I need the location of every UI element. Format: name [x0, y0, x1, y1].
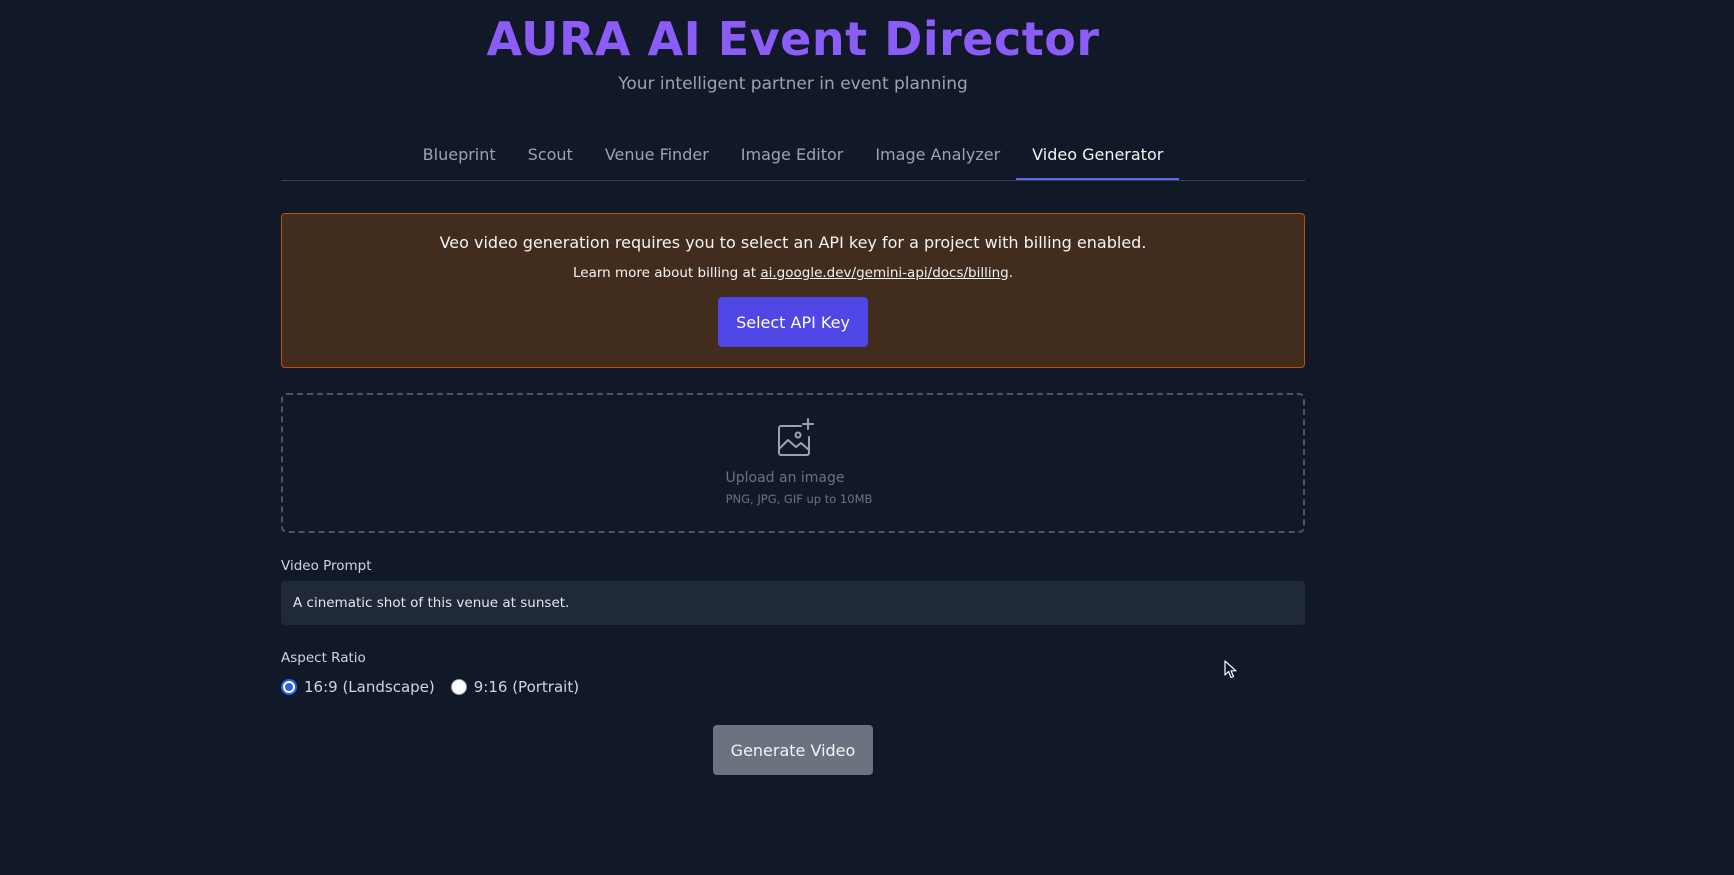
select-api-key-button[interactable]: Select API Key	[718, 297, 868, 347]
tab-bar: Blueprint Scout Venue Finder Image Edito…	[281, 132, 1305, 181]
video-prompt-label: Video Prompt	[281, 558, 372, 574]
image-plus-icon	[778, 418, 814, 456]
aspect-option-portrait[interactable]: 9:16 (Portrait)	[450, 678, 580, 696]
portrait-label: 9:16 (Portrait)	[473, 678, 580, 696]
tab-blueprint[interactable]: Blueprint	[407, 132, 512, 180]
generate-video-button[interactable]: Generate Video	[713, 725, 873, 775]
app-title: AURA AI Event Director	[486, 12, 1100, 66]
billing-notice: Veo video generation requires you to sel…	[281, 213, 1305, 368]
video-prompt-input[interactable]	[281, 581, 1305, 625]
tab-scout[interactable]: Scout	[512, 132, 589, 180]
billing-notice-info: Learn more about billing at ai.google.de…	[282, 264, 1304, 282]
landscape-label: 16:9 (Landscape)	[304, 678, 435, 696]
tab-video-generator[interactable]: Video Generator	[1016, 132, 1180, 180]
aspect-option-landscape[interactable]: 16:9 (Landscape)	[281, 678, 435, 696]
aspect-ratio-label: Aspect Ratio	[281, 650, 366, 666]
tab-image-editor[interactable]: Image Editor	[725, 132, 860, 180]
upload-hint: PNG, JPG, GIF up to 10MB	[725, 492, 873, 506]
app-subtitle: Your intelligent partner in event planni…	[618, 74, 968, 94]
mouse-pointer-icon	[1224, 660, 1237, 679]
portrait-radio[interactable]	[450, 679, 467, 695]
image-upload-dropzone[interactable]: Upload an image PNG, JPG, GIF up to 10MB	[281, 393, 1305, 533]
billing-docs-link[interactable]: ai.google.dev/gemini-api/docs/billing	[760, 265, 1008, 281]
billing-notice-message: Veo video generation requires you to sel…	[439, 233, 1147, 252]
upload-label: Upload an image	[725, 470, 845, 486]
billing-prefix-text: Learn more about billing at	[572, 265, 761, 281]
landscape-radio[interactable]	[281, 679, 297, 695]
billing-suffix-text: .	[1008, 265, 1014, 281]
tab-venue-finder[interactable]: Venue Finder	[589, 132, 725, 180]
tab-image-analyzer[interactable]: Image Analyzer	[859, 132, 1016, 180]
aspect-ratio-group: 16:9 (Landscape) 9:16 (Portrait)	[281, 678, 595, 696]
